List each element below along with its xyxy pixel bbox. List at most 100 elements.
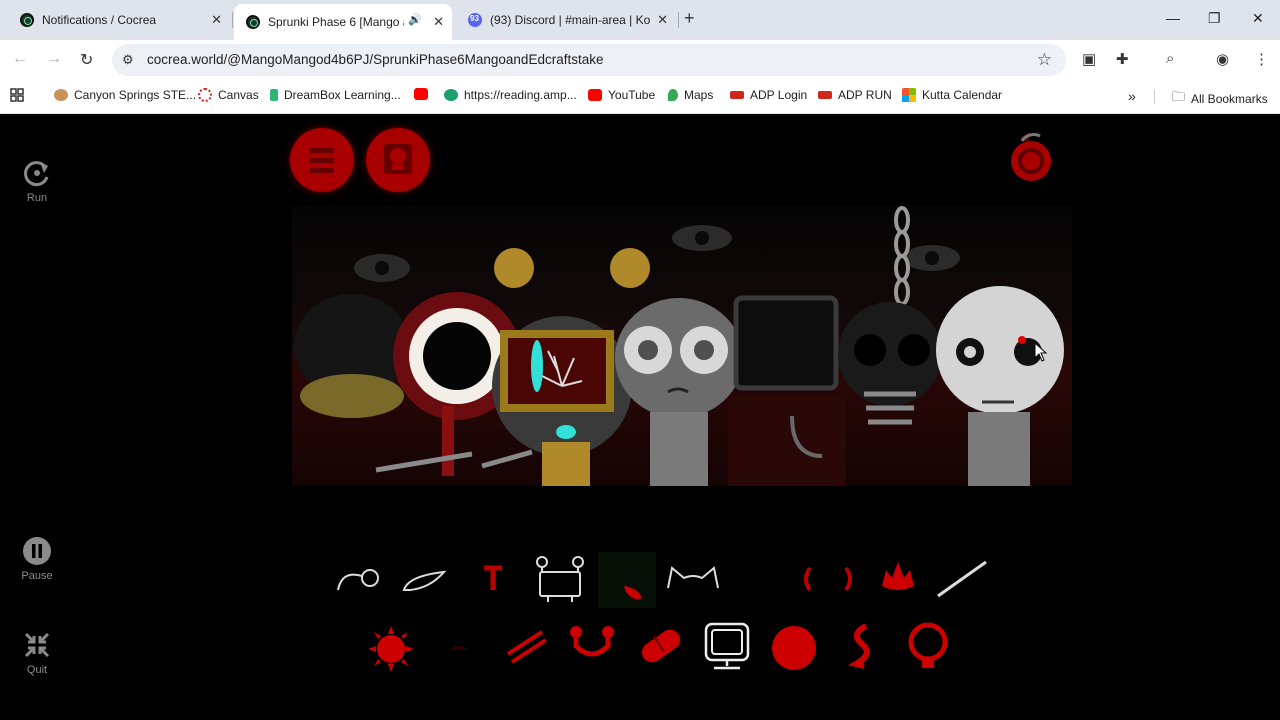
youtube-icon — [414, 88, 428, 100]
bookmark-label: Maps — [684, 88, 714, 102]
extension-icon[interactable]: ▣ — [1082, 50, 1096, 68]
game-menu-button[interactable] — [290, 128, 354, 192]
bookmark-label: YouTube — [608, 88, 656, 102]
discord-badge: 93 — [470, 14, 479, 23]
reload-button[interactable]: ↻ — [80, 50, 93, 70]
close-icon[interactable]: ✕ — [433, 14, 444, 30]
characters-illustration — [294, 206, 1064, 486]
red-pill-icon[interactable] — [634, 622, 686, 675]
leaf-icon[interactable] — [400, 558, 448, 603]
canvas-icon — [198, 88, 212, 102]
puzzle-icon[interactable]: ✚ — [1116, 50, 1129, 68]
quit-button[interactable]: Quit — [14, 630, 60, 676]
sun-icon — [54, 89, 68, 101]
windows-icon — [902, 88, 916, 102]
minimize-button[interactable]: — — [1166, 10, 1180, 26]
hamburger-icon — [310, 148, 334, 173]
restore-button[interactable]: ❐ — [1208, 10, 1221, 27]
adp-icon — [818, 91, 832, 99]
bookmarks-divider — [1154, 90, 1155, 104]
refresh-icon — [24, 161, 49, 187]
all-bookmarks-label: All Bookmarks — [1191, 92, 1268, 106]
amplify-icon — [444, 89, 458, 101]
bookmark-star-icon[interactable]: ☆ — [1037, 50, 1052, 70]
close-window-button[interactable]: ✕ — [1252, 10, 1264, 27]
reset-button[interactable] — [1008, 128, 1054, 184]
red-brackets-icon[interactable] — [798, 562, 858, 601]
bookmark-youtube-2[interactable]: YouTube — [588, 88, 655, 102]
speaker-icon[interactable]: 🔊 — [408, 13, 422, 26]
bookmark-maps[interactable]: Maps — [668, 88, 713, 102]
bookmarks-bar: Canyon Springs STE... Canvas DreamBox Le… — [0, 80, 1280, 114]
profile-icon[interactable]: ◉ — [1216, 50, 1229, 68]
browser-toolbar: ← → ↻ ⚙ cocrea.world/@MangoMangod4b6PJ/S… — [0, 40, 1280, 80]
red-ring-icon[interactable] — [904, 618, 952, 677]
bookmark-dreambox[interactable]: DreamBox Learning... — [270, 88, 401, 102]
red-sun-icon[interactable] — [364, 622, 418, 681]
bookmark-label: DreamBox Learning... — [284, 88, 401, 102]
menu-icon[interactable]: ⋮ — [1254, 50, 1269, 68]
run-label: Run — [26, 192, 48, 204]
back-button[interactable]: ← — [12, 50, 28, 68]
tab-title: Sprunki Phase 6 [Mango an — [268, 15, 404, 29]
game-page: Run Pause Quit — [0, 114, 1280, 720]
bookmark-adp-run[interactable]: ADP RUN — [818, 88, 892, 102]
red-ball-icon[interactable] — [770, 622, 818, 675]
maps-icon — [668, 89, 678, 101]
close-icon[interactable]: ✕ — [657, 12, 668, 28]
red-antenna-icon[interactable] — [566, 622, 618, 675]
bookmark-reading-amp[interactable]: https://reading.amp... — [444, 88, 577, 102]
bookmark-label: Canyon Springs STE... — [74, 88, 197, 102]
red-s-icon[interactable] — [842, 620, 878, 675]
adp-icon — [730, 91, 744, 99]
bookmark-label: ADP RUN — [838, 88, 892, 102]
site-info-icon[interactable]: ⚙ — [122, 52, 134, 68]
folder-icon: 🗀 — [1172, 89, 1186, 104]
dreambox-icon — [270, 89, 278, 101]
address-bar[interactable]: ⚙ cocrea.world/@MangoMangod4b6PJ/Sprunki… — [112, 44, 1066, 76]
tab-separator — [232, 12, 233, 28]
bookmark-label: https://reading.amp... — [464, 88, 577, 102]
recorder-icon — [384, 144, 412, 174]
bookmark-youtube-1[interactable] — [414, 88, 434, 100]
tab-sprunki[interactable]: Sprunki Phase 6 [Mango an 🔊 ✕ — [234, 4, 452, 40]
close-icon[interactable]: ✕ — [211, 12, 222, 28]
cocrea-icon — [20, 13, 34, 27]
quit-label: Quit — [26, 664, 48, 676]
pause-button[interactable]: Pause — [14, 536, 60, 582]
tab-discord[interactable]: 93 (93) Discord | #main-area | Koo ✕ — [456, 6, 676, 34]
slash-icon[interactable] — [934, 558, 990, 605]
bookmark-canvas[interactable]: Canvas — [198, 88, 259, 102]
red-slashes-icon[interactable] — [502, 624, 550, 673]
t-icon[interactable] — [478, 562, 508, 601]
bookmark-label: Canvas — [218, 88, 259, 102]
blood-drop-icon[interactable] — [598, 552, 656, 608]
forward-button[interactable]: → — [46, 50, 62, 68]
more-bookmarks-icon[interactable]: » — [1128, 88, 1136, 104]
tab-title: (93) Discord | #main-area | Koo — [490, 13, 650, 27]
apps-icon[interactable] — [10, 88, 24, 102]
mouse-cursor — [1034, 341, 1048, 367]
discord-icon: 93 — [468, 13, 482, 27]
tab-title: Notifications / Cocrea — [42, 13, 157, 27]
bookmark-canyon-springs[interactable]: Canyon Springs STE... — [54, 88, 196, 102]
hook-icon[interactable] — [334, 558, 382, 603]
robot-icon[interactable] — [534, 554, 586, 609]
url-text[interactable]: cocrea.world/@MangoMangod4b6PJ/SprunkiPh… — [147, 52, 603, 67]
tab-separator — [678, 12, 679, 28]
bookmark-label: Kutta Calendar — [922, 88, 1003, 102]
bookmark-adp-login[interactable]: ADP Login — [730, 88, 807, 102]
horns-icon[interactable] — [664, 560, 722, 601]
record-button[interactable] — [366, 128, 430, 192]
run-button[interactable]: Run — [14, 158, 60, 204]
all-bookmarks-button[interactable]: 🗀 All Bookmarks — [1172, 88, 1268, 110]
computer-icon[interactable] — [702, 620, 752, 679]
bookmark-kutta-calendar[interactable]: Kutta Calendar — [902, 88, 1002, 102]
new-tab-button[interactable]: + — [684, 8, 695, 29]
flame-icon[interactable] — [876, 556, 920, 601]
cocrea-icon — [246, 15, 260, 29]
tab-notifications[interactable]: Notifications / Cocrea ✕ — [8, 6, 230, 34]
tab-search-icon[interactable]: ⌕ — [1166, 50, 1174, 67]
dark-dot-icon[interactable] — [446, 636, 472, 667]
reset-icon — [1011, 132, 1051, 181]
